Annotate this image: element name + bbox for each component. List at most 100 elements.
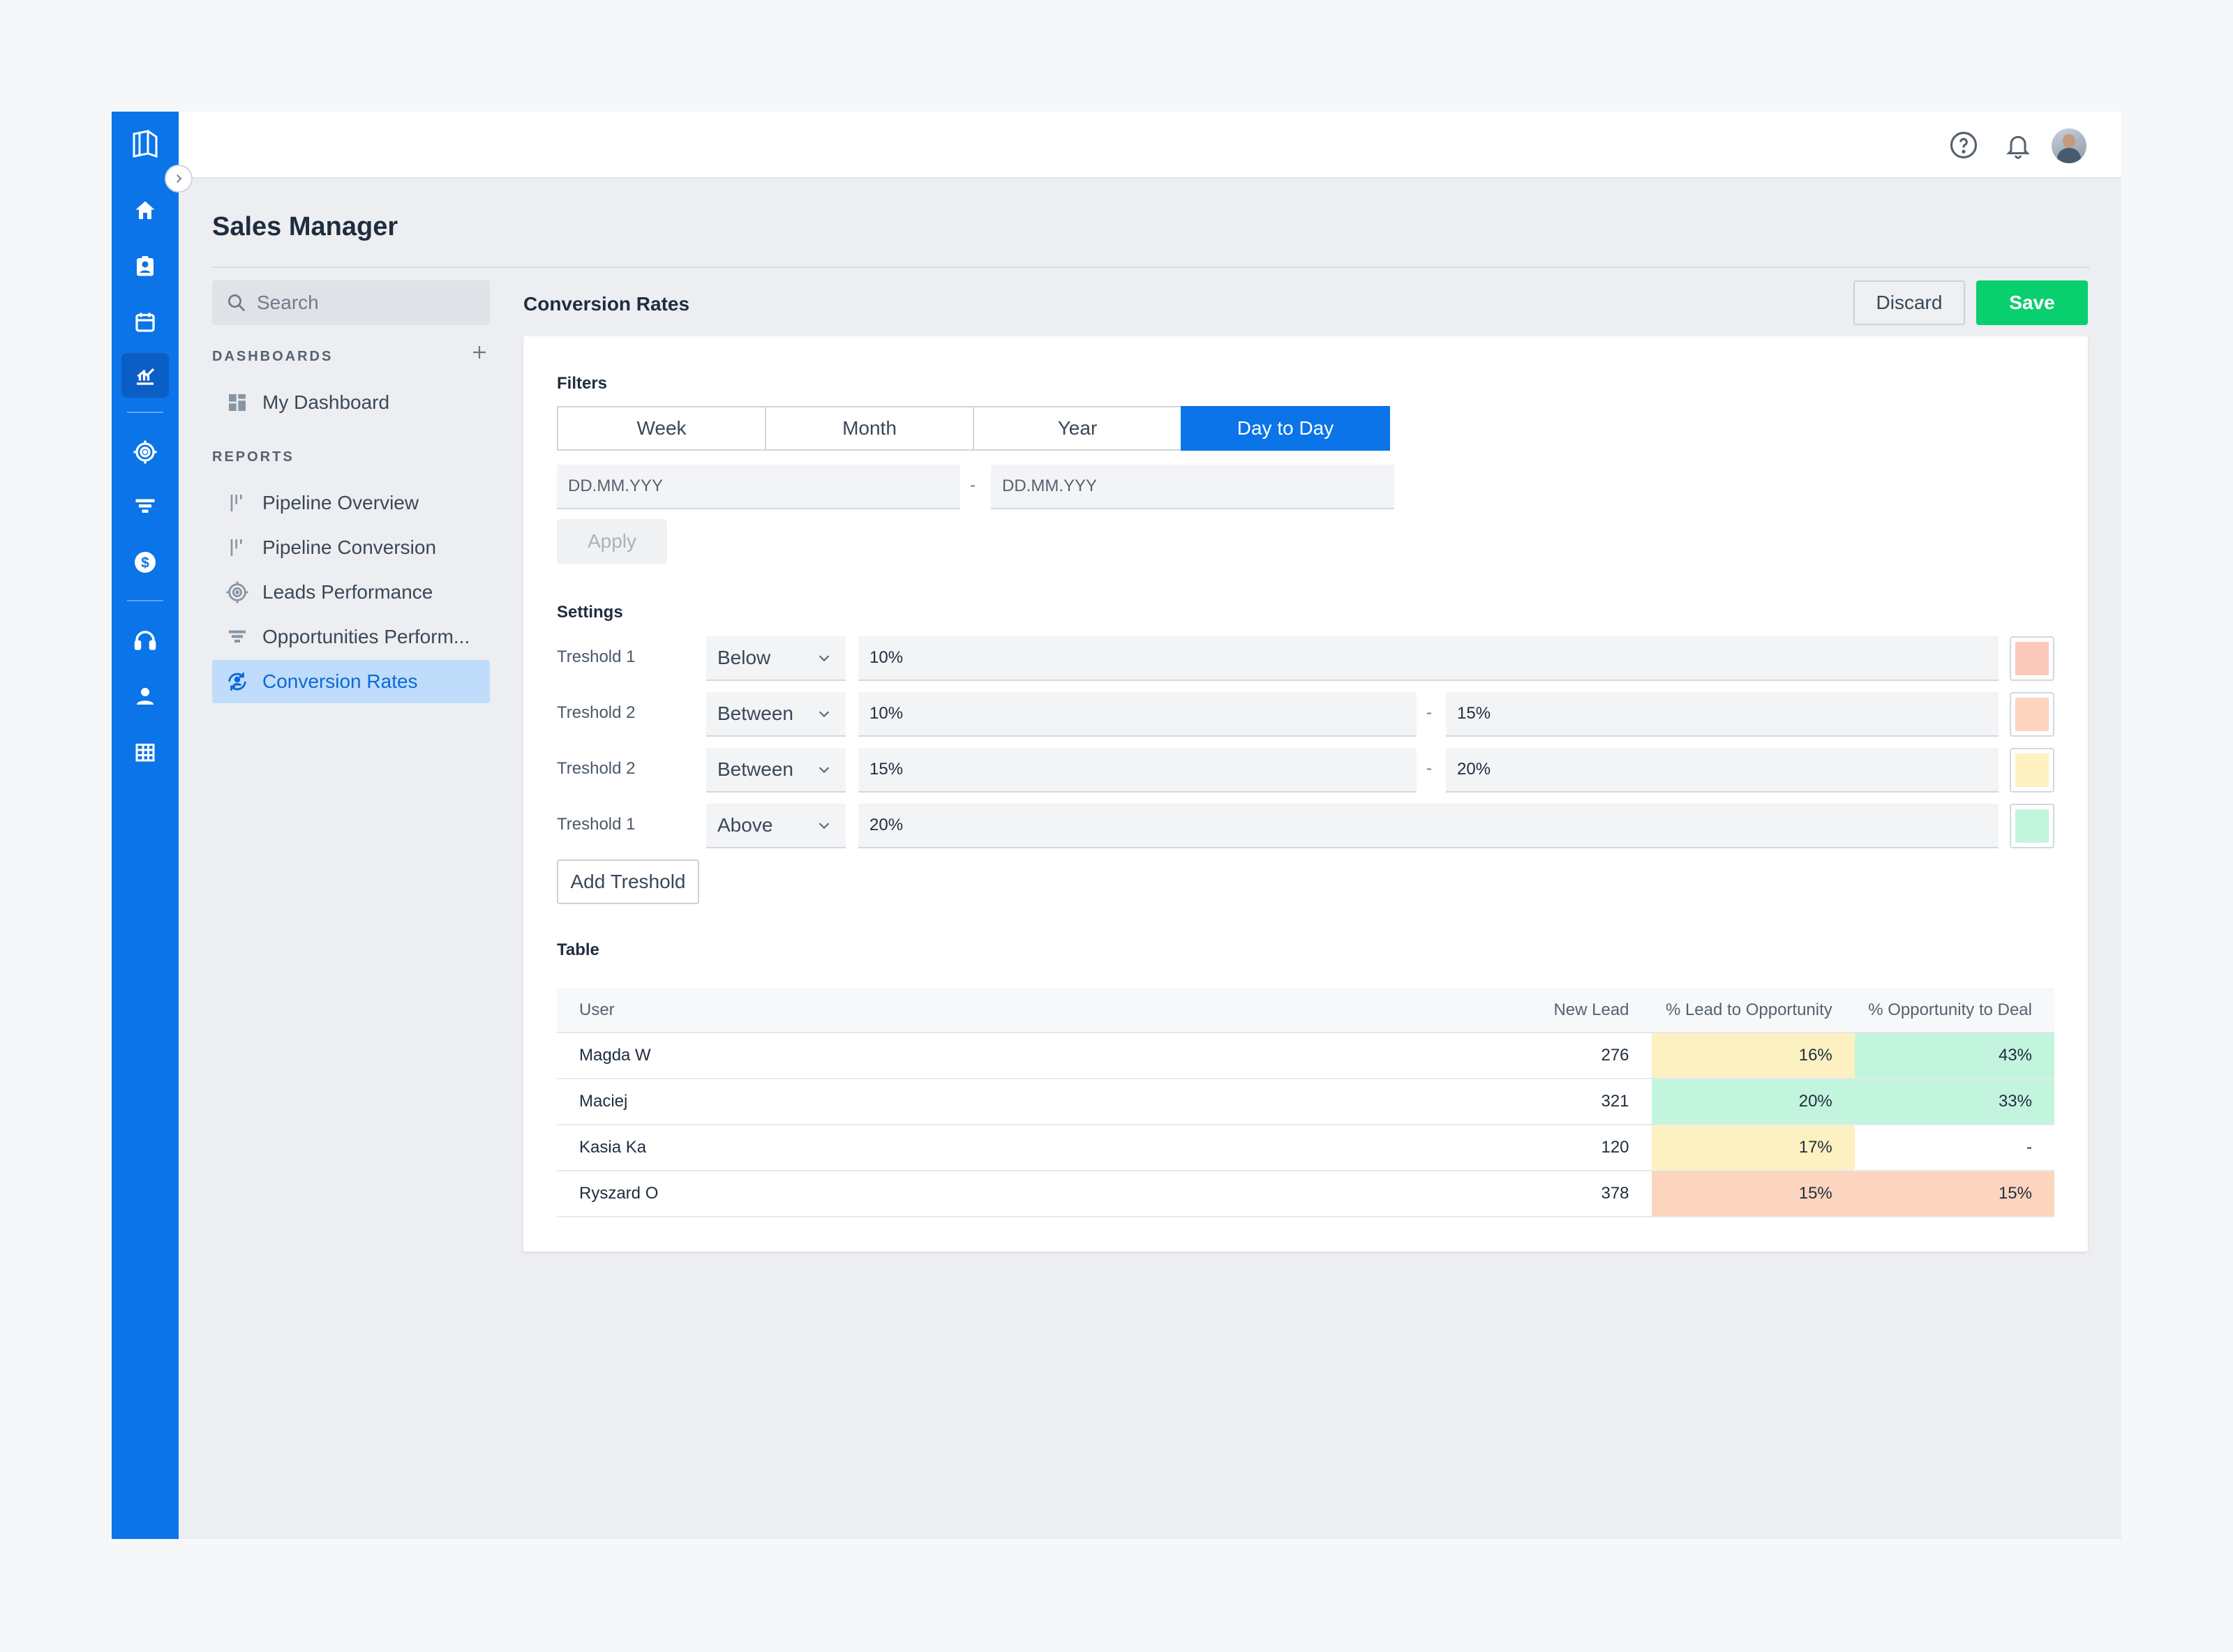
search-box[interactable] bbox=[212, 280, 490, 325]
grid-icon bbox=[225, 390, 250, 415]
threshold-max-input[interactable] bbox=[1446, 748, 1999, 791]
sidebar-item-leads-performance[interactable]: Leads Performance bbox=[212, 571, 490, 614]
save-button[interactable]: Save bbox=[1976, 280, 2088, 325]
column-header-lead-to-opportunity[interactable]: % Lead to Opportunity bbox=[1651, 988, 1855, 1033]
column-header-user[interactable]: User bbox=[557, 988, 1465, 1033]
user-icon[interactable] bbox=[121, 674, 169, 719]
table-row[interactable]: Ryszard O 378 15% 15% bbox=[557, 1171, 2054, 1217]
chevron-down-icon bbox=[819, 655, 830, 662]
date-from-field bbox=[557, 465, 960, 509]
apply-button[interactable]: Apply bbox=[557, 519, 667, 564]
cell-new-lead: 378 bbox=[1465, 1171, 1652, 1217]
home-icon[interactable] bbox=[121, 188, 169, 233]
threshold-operator-value: Above bbox=[717, 814, 773, 836]
threshold-min-input[interactable] bbox=[858, 748, 1417, 791]
threshold-operator-select[interactable]: Below bbox=[706, 636, 846, 681]
search-input[interactable] bbox=[257, 292, 480, 314]
cell-lead-to-opportunity: 20% bbox=[1651, 1079, 1855, 1125]
sidebar-item-pipeline-conversion[interactable]: Pipeline Conversion bbox=[212, 526, 490, 569]
chevron-down-icon bbox=[819, 823, 830, 829]
threshold-max-input[interactable] bbox=[1446, 692, 1999, 735]
tab-year[interactable]: Year bbox=[973, 406, 1182, 451]
cell-user: Maciej bbox=[557, 1079, 1465, 1125]
tab-week[interactable]: Week bbox=[557, 406, 766, 451]
top-bar bbox=[179, 112, 2121, 179]
threshold-value-input[interactable] bbox=[858, 636, 1999, 679]
rail-divider bbox=[127, 412, 163, 413]
cell-user: Ryszard O bbox=[557, 1171, 1465, 1217]
calendar-icon[interactable] bbox=[121, 300, 169, 345]
bell-icon[interactable] bbox=[2001, 128, 2035, 162]
threshold-color-picker[interactable] bbox=[2010, 636, 2054, 681]
sidebar-item-my-dashboard[interactable]: My Dashboard bbox=[212, 381, 490, 424]
title-divider bbox=[212, 266, 2089, 268]
threshold-color-picker[interactable] bbox=[2010, 804, 2054, 848]
table-label: Table bbox=[557, 940, 599, 959]
threshold-operator-select[interactable]: Between bbox=[706, 748, 846, 793]
sidebar-item-opportunities-performance[interactable]: Opportunities Perform... bbox=[212, 615, 490, 659]
sidebar-item-conversion-rates[interactable]: Conversion Rates bbox=[212, 660, 490, 703]
cell-opportunity-to-deal: 43% bbox=[1854, 1032, 2054, 1079]
threshold-label: Treshold 2 bbox=[557, 759, 636, 778]
sidebar-item-label: Pipeline Conversion bbox=[262, 536, 437, 558]
cell-new-lead: 120 bbox=[1465, 1125, 1652, 1171]
date-to-field bbox=[991, 465, 1394, 509]
app-window: $ Sales Manager DASHBOARDS bbox=[112, 112, 2121, 1539]
pipeline-icon bbox=[225, 490, 250, 516]
page-title: Sales Manager bbox=[212, 212, 398, 241]
threshold-value-field bbox=[858, 636, 1999, 681]
sidebar-item-label: Leads Performance bbox=[262, 581, 433, 603]
contacts-icon[interactable] bbox=[121, 244, 169, 289]
column-header-new-lead[interactable]: New Lead bbox=[1465, 988, 1652, 1033]
color-swatch bbox=[2015, 753, 2049, 787]
target-icon bbox=[225, 580, 250, 605]
headset-icon[interactable] bbox=[121, 618, 169, 663]
date-range-separator: - bbox=[970, 476, 976, 495]
threshold-label: Treshold 1 bbox=[557, 647, 636, 666]
threshold-color-picker[interactable] bbox=[2010, 748, 2054, 793]
date-to-input[interactable] bbox=[991, 465, 1394, 508]
threshold-min-input[interactable] bbox=[858, 692, 1417, 735]
app-logo-icon[interactable] bbox=[127, 126, 163, 162]
column-header-opportunity-to-deal[interactable]: % Opportunity to Deal bbox=[1854, 988, 2054, 1033]
sidebar-item-label: Opportunities Perform... bbox=[262, 626, 470, 647]
funnel-icon[interactable] bbox=[121, 484, 169, 529]
dollar-icon[interactable]: $ bbox=[121, 540, 169, 585]
threshold-value-input[interactable] bbox=[858, 804, 1999, 847]
date-from-input[interactable] bbox=[557, 465, 960, 508]
content-title: Conversion Rates bbox=[523, 293, 690, 315]
filters-label: Filters bbox=[557, 374, 608, 393]
threshold-operator-select[interactable]: Between bbox=[706, 692, 846, 737]
reports-section-label: REPORTS bbox=[212, 449, 294, 465]
help-icon[interactable] bbox=[1947, 128, 1980, 162]
app-rail: $ bbox=[112, 112, 179, 1539]
cell-new-lead: 321 bbox=[1465, 1079, 1652, 1125]
color-swatch bbox=[2015, 698, 2049, 731]
target-icon[interactable] bbox=[121, 430, 169, 474]
range-separator: - bbox=[1426, 759, 1432, 778]
add-dashboard-button[interactable] bbox=[469, 342, 490, 363]
rail-divider bbox=[127, 600, 163, 601]
chevron-down-icon bbox=[819, 767, 830, 774]
table-row[interactable]: Magda W 276 16% 43% bbox=[557, 1032, 2054, 1079]
search-icon bbox=[228, 294, 246, 312]
threshold-color-picker[interactable] bbox=[2010, 692, 2054, 737]
avatar[interactable] bbox=[2052, 128, 2086, 163]
add-threshold-button[interactable]: Add Treshold bbox=[557, 859, 699, 904]
table-row[interactable]: Kasia Ka 120 17% - bbox=[557, 1125, 2054, 1171]
threshold-operator-select[interactable]: Above bbox=[706, 804, 846, 848]
discard-button[interactable]: Discard bbox=[1853, 280, 1965, 325]
sidebar-item-pipeline-overview[interactable]: Pipeline Overview bbox=[212, 481, 490, 525]
collapse-sidebar-button[interactable] bbox=[165, 165, 193, 193]
settings-card: Filters Week Month Year Day to Day - App… bbox=[523, 336, 2088, 1252]
period-tabs: Week Month Year Day to Day bbox=[557, 406, 1390, 451]
threshold-operator-value: Below bbox=[717, 647, 771, 668]
tab-day-to-day[interactable]: Day to Day bbox=[1181, 406, 1390, 451]
cell-lead-to-opportunity: 16% bbox=[1651, 1032, 1855, 1079]
building-icon[interactable] bbox=[121, 730, 169, 774]
table-row[interactable]: Maciej 321 20% 33% bbox=[557, 1079, 2054, 1125]
tab-month[interactable]: Month bbox=[765, 406, 974, 451]
sidebar-item-label: Conversion Rates bbox=[262, 670, 418, 692]
reports-icon[interactable] bbox=[121, 353, 169, 398]
dashboards-section-label: DASHBOARDS bbox=[212, 349, 334, 364]
